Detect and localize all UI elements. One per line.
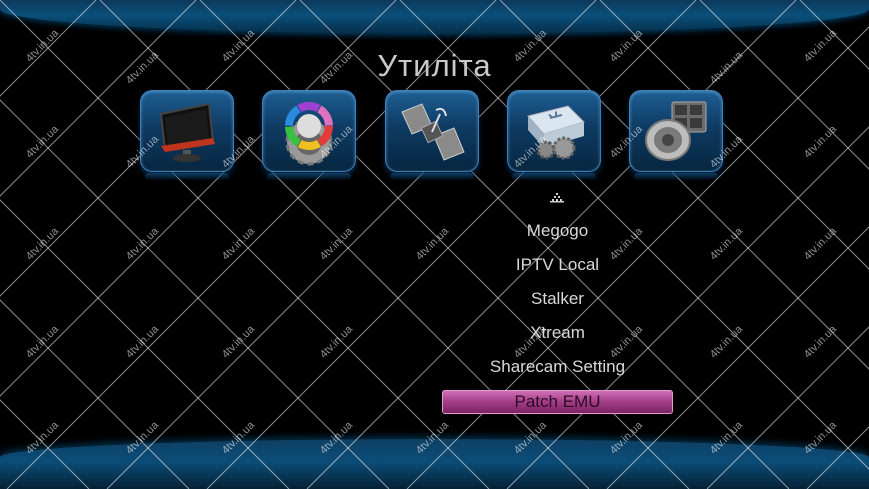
monitor-icon bbox=[159, 102, 215, 162]
watermark-text: 4tv.in.ua bbox=[23, 225, 62, 263]
top-banner bbox=[0, 0, 869, 34]
watermark-text: 4tv.in.ua bbox=[707, 323, 746, 361]
watermark-text: 4tv.in.ua bbox=[123, 323, 162, 361]
menu-item-patch-emu[interactable]: Patch EMU bbox=[442, 390, 673, 414]
watermark-text: 4tv.in.ua bbox=[317, 323, 356, 361]
menu-item-iptv-local[interactable]: IPTV Local bbox=[442, 248, 673, 282]
scroll-up-arrow-icon bbox=[550, 193, 564, 203]
watermark-text: 4tv.in.ua bbox=[219, 323, 258, 361]
color-settings-icon bbox=[285, 102, 333, 166]
tile-reflection bbox=[634, 173, 718, 181]
watermark-text: 4tv.in.ua bbox=[123, 225, 162, 263]
watermark-text: 4tv.in.ua bbox=[801, 225, 840, 263]
bottom-banner bbox=[0, 439, 869, 489]
tile-reflection bbox=[267, 173, 351, 181]
page-title: Утиліта bbox=[377, 48, 492, 83]
watermark-text: 4tv.in.ua bbox=[317, 225, 356, 263]
category-icon-bar bbox=[0, 90, 869, 181]
usb-tools-icon bbox=[527, 105, 585, 160]
watermark-text: 4tv.in.ua bbox=[707, 225, 746, 263]
watermark-text: 4tv.in.ua bbox=[801, 323, 840, 361]
menu-item-sharecam-setting[interactable]: Sharecam Setting bbox=[442, 350, 673, 384]
tile-reflection bbox=[390, 173, 474, 181]
utility-menu: Megogo IPTV Local Stalker Xtream Shareca… bbox=[442, 214, 673, 414]
tile-satellite[interactable] bbox=[385, 90, 479, 181]
satellite-icon bbox=[401, 103, 465, 161]
watermark-text: 4tv.in.ua bbox=[219, 225, 258, 263]
tile-monitor[interactable] bbox=[140, 90, 234, 181]
tile-color-settings[interactable] bbox=[262, 90, 356, 181]
tile-reflection bbox=[145, 173, 229, 181]
watermark-text: 4tv.in.ua bbox=[23, 323, 62, 361]
tile-media[interactable] bbox=[629, 90, 723, 181]
media-speaker-icon bbox=[645, 101, 707, 161]
tile-reflection bbox=[512, 173, 596, 181]
menu-item-xtream[interactable]: Xtream bbox=[442, 316, 673, 350]
tile-usb-tools[interactable] bbox=[507, 90, 601, 181]
menu-item-stalker[interactable]: Stalker bbox=[442, 282, 673, 316]
menu-item-megogo[interactable]: Megogo bbox=[442, 214, 673, 248]
